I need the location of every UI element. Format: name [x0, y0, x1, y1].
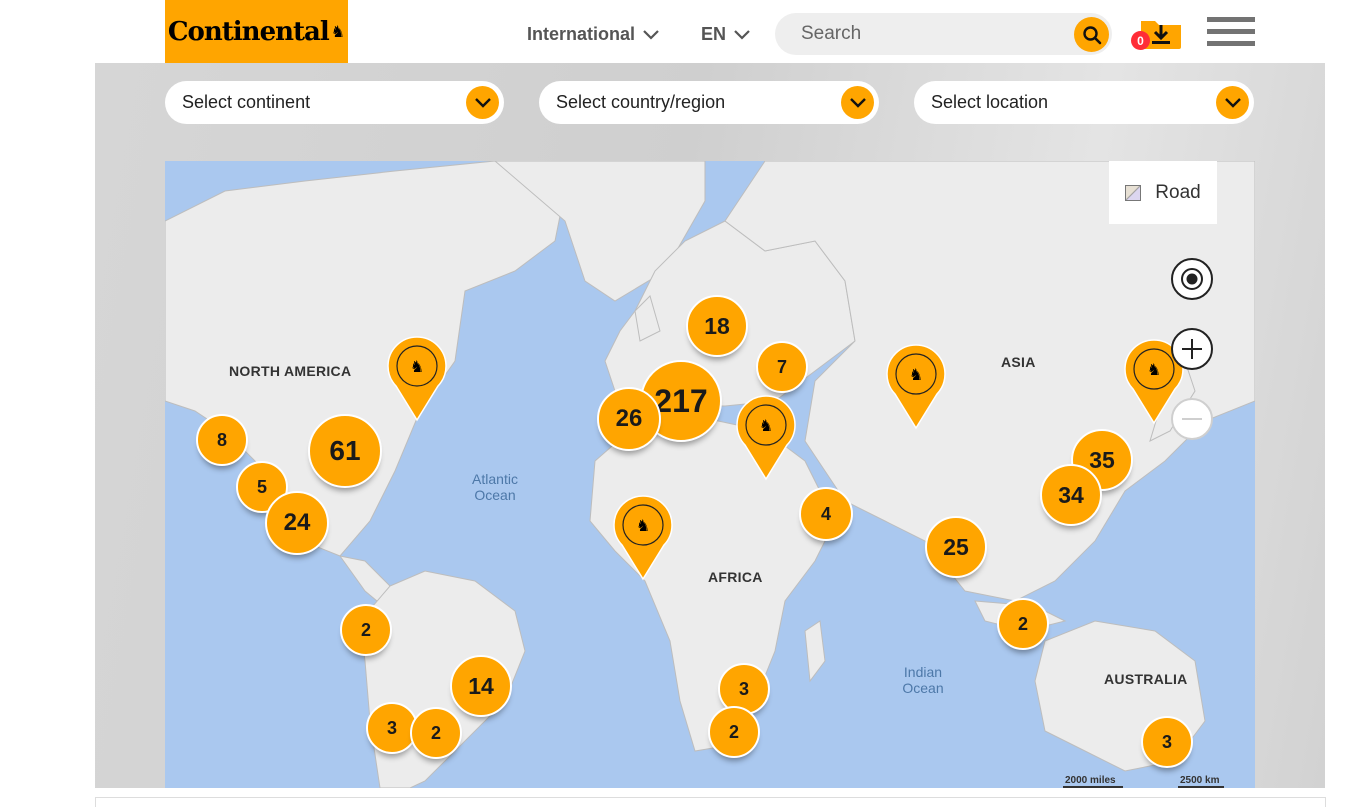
country-select-label: Select country/region	[556, 92, 726, 112]
zoom-out-button[interactable]	[1171, 398, 1213, 440]
search-box	[775, 13, 1112, 55]
download-count-badge: 0	[1131, 31, 1150, 50]
search-input[interactable]	[801, 23, 1061, 45]
locate-icon	[1181, 268, 1203, 290]
map-style-label: Road	[1155, 181, 1201, 203]
minus-icon	[1182, 418, 1202, 420]
location-cluster[interactable]: 61	[308, 414, 382, 488]
continental-logo[interactable]: Continental ♞	[165, 0, 348, 63]
location-cluster[interactable]: 14	[450, 655, 512, 717]
locate-me-button[interactable]	[1171, 258, 1213, 300]
chevron-down-icon	[841, 86, 874, 119]
location-cluster[interactable]: 18	[686, 295, 748, 357]
continent-select-label: Select continent	[182, 92, 311, 112]
location-cluster[interactable]: 24	[265, 491, 329, 555]
location-cluster[interactable]: 34	[1040, 464, 1102, 526]
ocean-label: Indian Ocean	[902, 664, 944, 696]
page-content-edge	[95, 797, 1326, 807]
country-select[interactable]: Select country/region	[539, 81, 879, 124]
zoom-in-button[interactable]	[1171, 328, 1213, 370]
world-map[interactable]: NORTH AMERICA ASIA AFRICA AUSTRALIA Atla…	[165, 161, 1255, 788]
chevron-down-icon	[466, 86, 499, 119]
svg-text:♞: ♞	[1147, 360, 1161, 379]
location-cluster[interactable]: 2	[708, 706, 760, 758]
svg-text:♞: ♞	[909, 365, 923, 384]
continent-select[interactable]: Select continent	[165, 81, 504, 124]
site-header: Continental ♞ International EN 0	[0, 0, 1367, 63]
logo-wordmark: Continental	[167, 16, 330, 47]
language-label: EN	[701, 24, 727, 44]
svg-text:♞: ♞	[410, 357, 424, 376]
location-cluster[interactable]: 26	[597, 387, 661, 451]
map-style-icon	[1125, 184, 1142, 201]
region-dropdown[interactable]: International	[527, 24, 659, 45]
menu-icon[interactable]	[1207, 17, 1255, 51]
scale-km: 2500 km	[1180, 775, 1220, 786]
search-button[interactable]	[1074, 17, 1109, 52]
location-cluster[interactable]: 3	[1141, 716, 1193, 768]
language-dropdown[interactable]: EN	[701, 24, 750, 45]
continent-label: ASIA	[1001, 354, 1036, 370]
continent-label: AUSTRALIA	[1104, 671, 1188, 687]
horse-icon: ♞	[330, 23, 346, 41]
scale-miles: 2000 miles	[1065, 775, 1116, 786]
location-select[interactable]: Select location	[914, 81, 1254, 124]
map-style-button[interactable]: Road	[1109, 161, 1217, 224]
chevron-down-icon	[1216, 86, 1249, 119]
continental-location-pin[interactable]: ♞	[612, 493, 674, 581]
chevron-down-icon	[643, 29, 659, 40]
continental-location-pin[interactable]: ♞	[386, 334, 448, 422]
location-cluster[interactable]: 2	[410, 707, 462, 759]
scale-bar	[1178, 786, 1224, 788]
continent-label: AFRICA	[708, 569, 763, 585]
scale-bar	[1063, 786, 1123, 788]
location-cluster[interactable]: 7	[756, 341, 808, 393]
location-cluster[interactable]: 2	[997, 598, 1049, 650]
plus-icon	[1182, 339, 1202, 359]
svg-text:♞: ♞	[636, 516, 650, 535]
location-cluster[interactable]: 4	[799, 487, 853, 541]
continental-location-pin[interactable]: ♞	[735, 393, 797, 481]
region-label: International	[527, 24, 636, 44]
location-select-label: Select location	[931, 92, 1049, 112]
chevron-down-icon	[734, 29, 750, 40]
location-cluster[interactable]: 8	[196, 414, 248, 466]
continent-label: NORTH AMERICA	[229, 363, 352, 379]
ocean-label: Atlantic Ocean	[472, 471, 518, 503]
search-icon	[1082, 25, 1101, 44]
continental-location-pin[interactable]: ♞	[885, 342, 947, 430]
svg-text:♞: ♞	[759, 416, 773, 435]
location-cluster[interactable]: 2	[340, 604, 392, 656]
location-cluster[interactable]: 25	[925, 516, 987, 578]
